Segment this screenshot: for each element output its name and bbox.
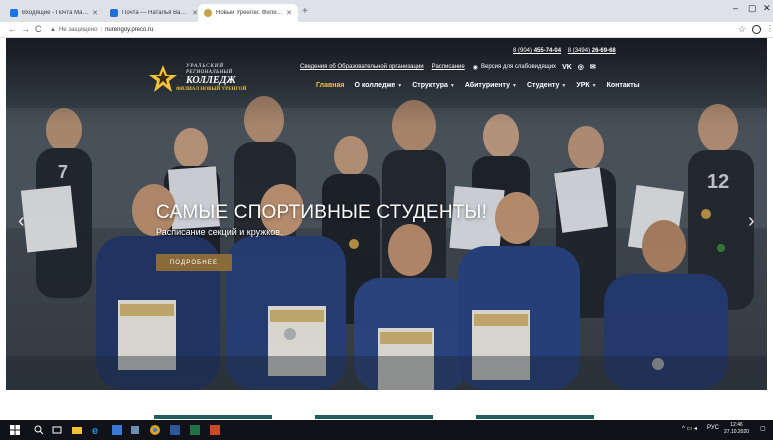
hero-subtitle: Расписание секций и кружков. — [156, 227, 283, 237]
chrome-icon[interactable] — [150, 425, 160, 435]
phone-link-1[interactable]: 8 (904) 455-74-04 — [513, 48, 561, 54]
mail-icon — [10, 9, 18, 17]
main-nav: Главная О колледже ▼ Структура ▼ Абитуриен… — [316, 82, 650, 89]
language-indicator[interactable]: РУС — [707, 425, 719, 431]
nav-label: Студенту — [526, 82, 560, 89]
section-tab-3[interactable] — [476, 415, 594, 419]
chevron-down-icon: ▼ — [512, 82, 517, 89]
chevron-down-icon: ▼ — [449, 82, 455, 89]
nav-label: Абитуриенту — [464, 82, 511, 89]
chevron-down-icon: ▼ — [397, 82, 403, 89]
section-tab-2[interactable] — [315, 415, 433, 419]
logo-line-1: УРАЛЬСКИЙ — [186, 64, 225, 69]
nav-item-students[interactable]: Студенту ▼ — [527, 82, 566, 89]
close-icon[interactable]: ✕ — [92, 9, 98, 17]
hero-title: САМЫЕ СПОРТИВНЫЕ СТУДЕНТЫ! — [156, 202, 488, 223]
close-icon[interactable]: ✕ — [286, 9, 292, 17]
tab-mail-natalia[interactable]: Почта — Наталья Васильевна ✕ — [104, 4, 204, 22]
svg-text:e: e — [92, 425, 98, 435]
powerpoint-icon[interactable] — [210, 425, 220, 435]
vk-icon[interactable]: VK — [562, 64, 572, 71]
logo-line-3: КОЛЛЕДЖ — [186, 75, 236, 86]
web-page: 7 12 — [6, 38, 767, 420]
new-tab-button[interactable]: + — [302, 6, 308, 17]
instagram-icon[interactable]: ◎ — [578, 63, 584, 71]
media-icon[interactable] — [130, 425, 140, 435]
back-button[interactable]: ← — [8, 24, 17, 34]
more-button[interactable]: ПОДРОБНЕЕ — [156, 254, 232, 271]
search-icon[interactable] — [34, 425, 44, 435]
nav-item-structure[interactable]: Структура ▼ — [412, 82, 455, 89]
profile-icon[interactable] — [752, 25, 761, 34]
maximize-button[interactable]: ▢ — [748, 3, 757, 14]
phone-prefix: 8 (904) — [513, 48, 534, 54]
forward-button[interactable]: → — [21, 24, 30, 34]
reload-button[interactable]: C — [35, 24, 42, 34]
security-label: Не защищено — [58, 27, 98, 33]
word-icon[interactable] — [170, 425, 180, 435]
hero-slider: 7 12 — [6, 38, 767, 390]
email-icon[interactable]: ✉ — [590, 63, 596, 71]
chevron-down-icon: ▼ — [561, 82, 567, 89]
tab-mail-inbox[interactable]: Входящие - Почта Mail.ru ✕ — [4, 4, 104, 22]
nav-label: Контакты — [606, 82, 640, 89]
nav-label: Главная — [316, 82, 345, 89]
college-logo[interactable]: УРАЛЬСКИЙ РЕГИОНАЛЬНЫЙ КОЛЛЕДЖ ФИЛИАЛ НО… — [146, 60, 246, 96]
logo-line-4: ФИЛИАЛ НОВЫЙ УРЕНГОЙ — [176, 87, 247, 92]
tab-label: Новый Уренгой. Филиал Урал — [216, 10, 284, 16]
clock-time: 12:46 — [730, 422, 743, 428]
browser-tabstrip: Входящие - Почта Mail.ru ✕ Почта — Натал… — [0, 0, 773, 22]
college-icon — [204, 9, 212, 17]
app-icon[interactable] — [112, 425, 122, 435]
logo-emblem-icon — [149, 65, 177, 92]
nav-item-about[interactable]: О колледже ▼ — [354, 82, 402, 89]
chevron-down-icon: ▼ — [591, 82, 597, 89]
info-links: Сведения об Образовательной организации … — [300, 63, 596, 72]
accessibility-link[interactable]: Версия для слабовидящих — [481, 64, 556, 70]
mail-icon — [110, 9, 118, 17]
phone-number: 26-69-68 — [591, 48, 616, 54]
nav-label: УРК — [576, 82, 590, 89]
minimize-button[interactable]: – — [733, 3, 738, 13]
eye-icon: ◉ — [472, 64, 478, 71]
clock[interactable]: 12:46 27.10.2020 — [724, 422, 749, 436]
screen: Входящие - Почта Mail.ru ✕ Почта — Натал… — [0, 0, 773, 440]
excel-icon[interactable] — [190, 425, 200, 435]
nav-item-contacts[interactable]: Контакты — [607, 82, 640, 89]
file-explorer-icon[interactable] — [72, 425, 82, 435]
phone-link-2[interactable]: 8 (3494) 26-69-68 — [568, 48, 616, 54]
url-text: nurengoy.preco.ru — [105, 27, 154, 33]
section-tab-1[interactable] — [154, 415, 272, 419]
phone-links: 8 (904) 455-74-04 8 (3494) 26-69-68 — [508, 48, 616, 54]
tray-icons[interactable]: ^ ▭ ◂ — [682, 425, 697, 432]
address-bar[interactable]: ▲ Не защищено | nurengoy.preco.ru — [50, 24, 730, 36]
nav-item-home[interactable]: Главная — [316, 82, 344, 89]
nav-label: О колледже — [354, 82, 396, 89]
notifications-icon[interactable]: ▢ — [760, 425, 766, 432]
info-link-org[interactable]: Сведения об Образовательной организации — [300, 64, 424, 70]
phone-number: 455-74-04 — [533, 48, 562, 54]
divider: | — [100, 27, 103, 33]
phone-prefix: 8 (3494) — [567, 48, 592, 54]
windows-start-icon[interactable] — [10, 425, 20, 435]
nav-item-applicants[interactable]: Абитуриенту ▼ — [465, 82, 517, 89]
menu-icon[interactable]: ⋮ — [766, 24, 773, 33]
tab-label: Почта — Наталья Васильевна — [122, 10, 190, 16]
nav-item-urk[interactable]: УРК ▼ — [576, 82, 596, 89]
warning-icon: ▲ — [50, 27, 56, 33]
windows-taskbar: e ^ ▭ ◂ РУС 12:46 27.10.2020 ▢ — [0, 420, 773, 440]
close-window-button[interactable]: ✕ — [763, 3, 771, 14]
slider-next-icon[interactable]: › — [748, 210, 755, 233]
slider-prev-icon[interactable]: ‹ — [18, 210, 25, 233]
nav-label: Структура — [412, 82, 448, 89]
bookmark-star-icon[interactable]: ☆ — [738, 24, 746, 35]
edge-icon[interactable]: e — [92, 425, 102, 435]
browser-toolbar: ← → C ▲ Не защищено | nurengoy.preco.ru … — [0, 22, 773, 38]
tab-label: Входящие - Почта Mail.ru — [22, 10, 90, 16]
clock-date: 27.10.2020 — [724, 429, 750, 435]
tab-college[interactable]: Новый Уренгой. Филиал Урал ✕ — [198, 4, 298, 22]
info-link-schedule[interactable]: Расписание — [432, 64, 465, 70]
task-view-icon[interactable] — [52, 425, 62, 435]
